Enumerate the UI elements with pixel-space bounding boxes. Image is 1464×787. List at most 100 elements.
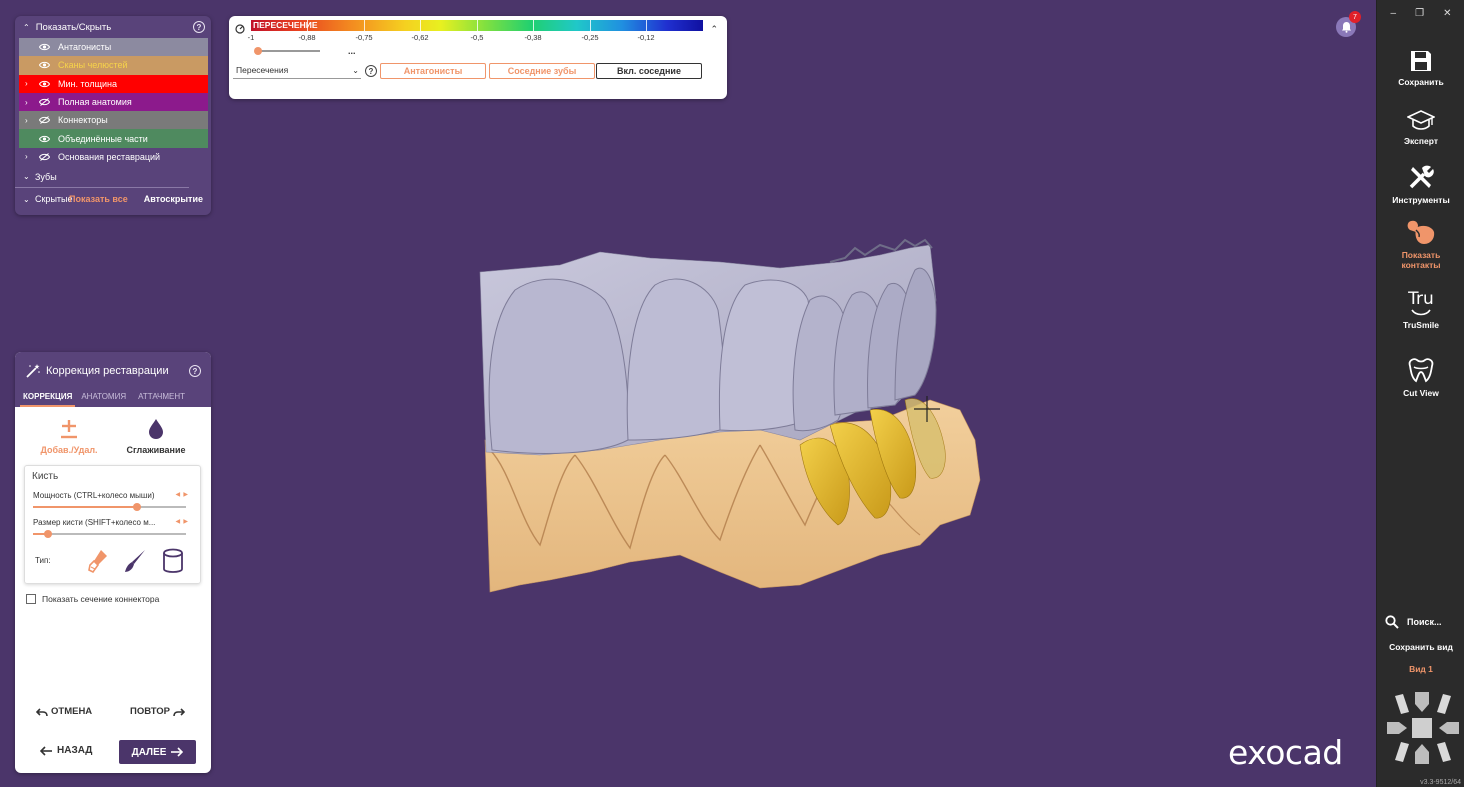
layer-row[interactable]: › Коннекторы [19, 111, 208, 130]
eye-off-icon[interactable] [39, 116, 55, 125]
eye-icon[interactable] [39, 135, 55, 143]
layer-row[interactable]: Антагонисты [19, 38, 208, 57]
visibility-panel: ⌃ Показать/Скрыть ? Антагонисты Сканы чел… [15, 16, 211, 215]
add-remove-tool[interactable]: Добав./Удал. [35, 418, 103, 455]
layer-list: Антагонисты Сканы челюстей › Мин. толщина › П… [15, 38, 211, 166]
expert-label: Эксперт [1403, 136, 1439, 146]
paint-brush-wide-icon[interactable] [87, 548, 111, 574]
save-button[interactable]: Сохранить [1377, 49, 1464, 87]
eye-icon[interactable] [39, 43, 55, 51]
autohide-button[interactable]: Автоскрытие [144, 194, 203, 204]
scale-label: -0,5 [470, 33, 484, 42]
minimize-icon[interactable]: – [1391, 8, 1397, 22]
window-controls: – ❐ ✕ [1377, 8, 1464, 22]
slider-handle[interactable] [254, 47, 262, 55]
adjacent-teeth-button[interactable]: Соседние зубы [489, 63, 595, 79]
redo-button[interactable]: ПОВТОР [130, 706, 186, 717]
tab-anatomy[interactable]: АНАТОМИЯ [75, 390, 132, 407]
contacts-icon [1407, 220, 1435, 244]
chevron-right-icon[interactable]: › [25, 79, 35, 88]
layer-row[interactable]: › Полная анатомия [19, 92, 208, 112]
search-button[interactable]: Поиск... [1385, 615, 1442, 629]
eye-icon[interactable] [39, 61, 55, 69]
chevron-up-icon[interactable]: ⌃ [23, 23, 30, 32]
strength-slider-handle[interactable] [133, 503, 142, 511]
stepper-arrows-icon[interactable]: ◀ ▶ [175, 491, 188, 498]
layer-row[interactable]: Объединённые части [19, 129, 208, 148]
undo-button[interactable]: ОТМЕНА [36, 706, 92, 717]
layer-label: Сканы челюстей [58, 60, 128, 71]
tools-button[interactable]: Инструменты [1377, 163, 1464, 205]
view-back-left-arrow [1395, 742, 1409, 762]
cut-view-button[interactable]: Cut View [1377, 356, 1464, 398]
brush-size-slider[interactable] [33, 530, 186, 538]
undo-icon [36, 707, 48, 716]
scale-label: -1 [247, 33, 255, 42]
notifications-button[interactable]: 7 [1336, 11, 1361, 37]
expert-button[interactable]: Эксперт [1377, 110, 1464, 146]
trusmile-button[interactable]: Tru TruSmile [1377, 290, 1464, 330]
section-teeth-label: Зубы [35, 171, 57, 182]
chevron-down-icon: ⌄ [23, 172, 30, 182]
save-view-button[interactable]: Сохранить вид [1377, 642, 1464, 652]
stepper-arrows-icon[interactable]: ◀ ▶ [175, 518, 188, 525]
more-options[interactable]: ... [348, 46, 356, 56]
trusmile-glyph: Tru [1408, 289, 1434, 309]
help-icon[interactable]: ? [365, 65, 377, 77]
show-contacts-label: Показать контакты [1401, 250, 1441, 270]
layer-row[interactable]: › Основания реставраций [19, 148, 208, 166]
checkbox[interactable] [26, 594, 36, 604]
visibility-panel-header[interactable]: ⌃ Показать/Скрыть ? [15, 16, 211, 38]
magic-wand-icon [26, 364, 40, 378]
chevron-right-icon[interactable]: › [25, 98, 35, 107]
intersection-color-scale: ПЕРЕСЕЧЕНИЕ [251, 20, 703, 31]
intersection-slider[interactable] [254, 47, 320, 55]
view-1-button[interactable]: Вид 1 [1377, 664, 1464, 674]
eye-off-icon[interactable] [39, 98, 55, 106]
intersection-mode-select[interactable]: Пересечения ⌄ [233, 63, 361, 79]
smoothing-tool[interactable]: Сглаживание [120, 418, 192, 455]
show-connector-section-toggle[interactable]: Показать сечение коннектора [26, 594, 159, 604]
eye-off-icon[interactable] [39, 153, 55, 161]
include-adjacent-button[interactable]: Вкл. соседние [596, 63, 702, 79]
search-label: Поиск... [1407, 617, 1442, 627]
view-back-right-arrow [1437, 742, 1451, 762]
chevron-down-icon: ⌄ [352, 66, 359, 75]
next-button[interactable]: ДАЛЕЕ [119, 740, 196, 764]
tab-attachment[interactable]: АТТАЧМЕНТ [132, 390, 191, 407]
close-icon[interactable]: ✕ [1443, 8, 1451, 22]
brush-size-slider-handle[interactable] [44, 530, 53, 538]
restoration-correction-panel: Коррекция реставрации ? КОРРЕКЦИЯ АНАТОМ… [15, 352, 211, 773]
eye-icon[interactable] [39, 80, 55, 88]
restore-icon[interactable]: ❐ [1415, 8, 1424, 22]
intersection-panel: ПЕРЕСЕЧЕНИЕ -1 -0,88 -0,75 -0,62 -0,5 -0,38 -0… [229, 16, 727, 99]
layer-row[interactable]: Сканы челюстей [19, 56, 208, 75]
scale-label: -0,12 [637, 33, 655, 42]
layer-row[interactable]: › Мин. толщина [19, 74, 208, 93]
scale-labels: -1 -0,88 -0,75 -0,62 -0,5 -0,38 -0,25 -0,12 [247, 33, 703, 43]
back-button[interactable]: НАЗАД [40, 745, 92, 756]
help-icon[interactable]: ? [189, 365, 201, 377]
search-icon [1385, 615, 1399, 629]
paint-brush-fine-icon[interactable] [123, 548, 147, 574]
cylinder-brush-icon[interactable] [161, 548, 185, 574]
trusmile-label: TruSmile [1403, 320, 1439, 330]
show-all-button[interactable]: Показать все [69, 194, 128, 204]
tab-correction[interactable]: КОРРЕКЦИЯ [20, 390, 76, 407]
chevron-right-icon[interactable]: › [25, 152, 35, 161]
chevron-right-icon[interactable]: › [25, 116, 35, 125]
section-hidden[interactable]: ⌄ Скрытые Показать все Автоскрытие [15, 188, 211, 210]
antagonists-button[interactable]: Антагонисты [380, 63, 486, 79]
arrow-right-icon [171, 747, 184, 757]
next-label: ДАЛЕЕ [131, 746, 167, 758]
section-teeth[interactable]: ⌄ Зубы [15, 166, 189, 189]
view-cube-navigator[interactable] [1385, 690, 1461, 770]
strength-slider[interactable] [33, 503, 186, 511]
view-right-arrow [1439, 722, 1459, 734]
show-contacts-button[interactable]: Показать контакты [1377, 218, 1464, 270]
plus-minus-icon [61, 420, 77, 439]
visibility-panel-title: Показать/Скрыть [35, 21, 112, 33]
collapse-icon[interactable]: ⌃ [710, 24, 718, 35]
help-icon[interactable]: ? [193, 21, 205, 33]
version-label: v3.3-9512/64 [1420, 779, 1461, 786]
